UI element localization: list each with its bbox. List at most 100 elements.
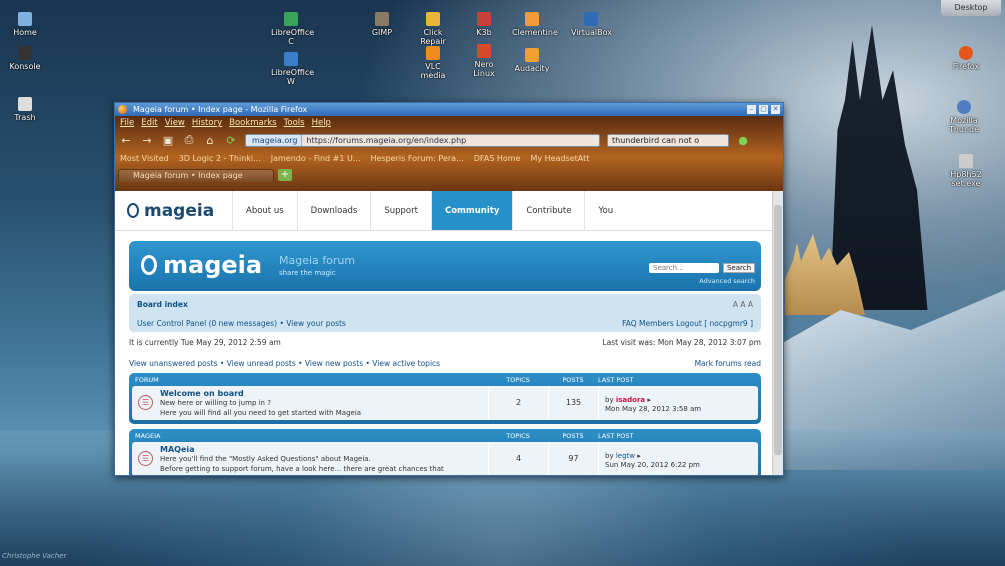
bookmarks-toolbar: Most Visited 3D Logic 2 - Thinki... Jame… bbox=[115, 150, 783, 167]
forum-search-input[interactable]: Search... bbox=[649, 263, 719, 273]
url-bar[interactable]: mageia.org https://forums.mageia.org/en/… bbox=[245, 133, 600, 147]
desktop-icon-libreoffice-writer[interactable]: LibreOffice W bbox=[271, 52, 314, 86]
firefox-icon bbox=[959, 46, 973, 60]
forum-description: Here you will find all you need to get s… bbox=[160, 409, 362, 417]
forum-title: Mageia forum bbox=[279, 254, 356, 267]
bookmark-jamendo[interactable]: Jamendo - Find #1 U... bbox=[271, 150, 361, 167]
desktop-icon-firefox[interactable]: Firefox bbox=[946, 46, 986, 71]
desktop-icon-click-repair[interactable]: Click Repair bbox=[413, 12, 453, 46]
nav-about-us[interactable]: About us bbox=[232, 191, 297, 230]
forum-title-link[interactable]: MAQeia bbox=[160, 445, 488, 454]
posts-count: 97 bbox=[548, 442, 598, 475]
thunderbird-icon bbox=[957, 100, 971, 114]
forum-search-button[interactable]: Search bbox=[723, 263, 755, 273]
last-post-user[interactable]: isadora bbox=[616, 396, 645, 404]
bookmark-hesperis[interactable]: Hesperis Forum: Pera... bbox=[371, 150, 464, 167]
forum-read-icon: ☰ bbox=[138, 451, 153, 466]
menu-tools[interactable]: Tools bbox=[284, 116, 305, 130]
menu-history[interactable]: History bbox=[192, 116, 222, 130]
last-post: by legtw ▸ Sun May 20, 2012 6:22 pm bbox=[598, 442, 758, 475]
desktop-icon-home[interactable]: Home bbox=[5, 12, 45, 37]
desktop-icon-konsole[interactable]: Konsole bbox=[5, 46, 45, 71]
reload-icon[interactable]: ⟳ bbox=[224, 134, 238, 147]
mageia-logo[interactable]: mageia bbox=[127, 191, 232, 230]
browser-search-input[interactable]: thunderbird can not o bbox=[607, 133, 729, 147]
print-icon[interactable]: ⎙ bbox=[182, 133, 196, 147]
desktop-tab[interactable]: Desktop bbox=[941, 0, 1001, 16]
forward-icon[interactable]: → bbox=[140, 134, 154, 147]
font-size-control[interactable]: A A A bbox=[733, 300, 753, 309]
view-posts-links[interactable]: View unanswered posts • View unread post… bbox=[129, 359, 440, 368]
forum-category: MAGEIA TOPICS POSTS LAST POST ☰ MAQeia H… bbox=[129, 429, 761, 475]
url-text[interactable]: https://forums.mageia.org/en/index.php bbox=[302, 135, 466, 146]
desktop-icon-clementine[interactable]: Clementine bbox=[512, 12, 558, 37]
bookmark-3d-logic[interactable]: 3D Logic 2 - Thinki... bbox=[179, 150, 261, 167]
url-site-identity[interactable]: mageia.org bbox=[248, 134, 303, 146]
bookmark-most-visited[interactable]: Most Visited bbox=[120, 150, 169, 167]
tab-mageia-forum[interactable]: Mageia forum • Index page bbox=[118, 169, 274, 182]
trash-icon bbox=[18, 97, 32, 111]
maximize-icon[interactable]: ▢ bbox=[759, 105, 768, 114]
k3b-icon bbox=[477, 12, 491, 26]
user-links[interactable]: FAQ Members Logout [ nocpgmr9 ] bbox=[622, 319, 753, 328]
desktop-icon-libreoffice-calc[interactable]: LibreOffice C bbox=[271, 12, 314, 46]
addon-icon[interactable]: ● bbox=[736, 134, 750, 147]
window-title: Mageia forum • Index page - Mozilla Fire… bbox=[133, 105, 308, 114]
view-latest-post-icon[interactable]: ▸ bbox=[637, 452, 641, 460]
last-post-user[interactable]: legtw bbox=[616, 452, 635, 460]
desktop-icon-thunderbird[interactable]: Mozilla Thunde bbox=[944, 100, 984, 134]
back-icon[interactable]: ← bbox=[119, 134, 133, 147]
user-control-panel-links[interactable]: User Control Panel (0 new messages) • Vi… bbox=[137, 319, 346, 328]
menu-file[interactable]: File bbox=[120, 116, 134, 130]
mageia-drop-icon bbox=[127, 203, 139, 218]
window-titlebar[interactable]: Mageia forum • Index page - Mozilla Fire… bbox=[115, 103, 783, 116]
virtualbox-icon bbox=[584, 12, 598, 26]
terminal-icon bbox=[18, 46, 32, 60]
desktop-icon-trash[interactable]: Trash bbox=[5, 97, 45, 122]
menu-help[interactable]: Help bbox=[312, 116, 331, 130]
desktop-icon-gimp[interactable]: GIMP bbox=[362, 12, 402, 37]
advanced-search-link[interactable]: Advanced search bbox=[699, 277, 755, 285]
forum-title-link[interactable]: Welcome on board bbox=[160, 389, 488, 398]
close-icon[interactable]: ✕ bbox=[771, 105, 780, 114]
bookmark-page-icon[interactable]: ▣ bbox=[161, 134, 175, 147]
nav-support[interactable]: Support bbox=[370, 191, 431, 230]
forum-read-icon: ☰ bbox=[138, 395, 153, 410]
desktop-icon-audacity[interactable]: Audacity bbox=[512, 48, 552, 73]
category-header: MAGEIA TOPICS POSTS LAST POST bbox=[135, 432, 634, 440]
minimize-icon[interactable]: – bbox=[747, 105, 756, 114]
menu-bookmarks[interactable]: Bookmarks bbox=[229, 116, 277, 130]
menu-bar: File Edit View History Bookmarks Tools H… bbox=[115, 116, 783, 130]
board-index-link[interactable]: Board index bbox=[137, 300, 188, 309]
desktop-icon-k3b[interactable]: K3b bbox=[464, 12, 504, 37]
wallpaper-credit: Christophe Vacher bbox=[2, 552, 67, 560]
libreoffice-calc-icon bbox=[284, 12, 298, 26]
nav-contribute[interactable]: Contribute bbox=[512, 191, 584, 230]
desktop-icon-virtualbox[interactable]: VirtualBox bbox=[571, 12, 612, 37]
scrollbar-thumb[interactable] bbox=[774, 205, 782, 455]
vertical-scrollbar[interactable] bbox=[772, 191, 783, 475]
menu-edit[interactable]: Edit bbox=[141, 116, 157, 130]
last-visit: Last visit was: Mon May 28, 2012 3:07 pm bbox=[602, 338, 761, 347]
nav-you[interactable]: You bbox=[584, 191, 626, 230]
home-icon[interactable]: ⌂ bbox=[203, 134, 217, 147]
site-nav: About us Downloads Support Community Con… bbox=[232, 191, 626, 230]
new-tab-button[interactable]: + bbox=[278, 169, 292, 181]
page-viewport: mageia About us Downloads Support Commun… bbox=[115, 191, 773, 475]
nav-downloads[interactable]: Downloads bbox=[296, 191, 371, 230]
menu-view[interactable]: View bbox=[165, 116, 185, 130]
mageia-drop-icon bbox=[141, 255, 157, 275]
nero-icon bbox=[477, 44, 491, 58]
exe-file-icon bbox=[959, 154, 973, 168]
bookmark-headset[interactable]: My HeadsetAtt bbox=[530, 150, 589, 167]
desktop-icon-exe-file[interactable]: Hp8h52 set.exe bbox=[946, 154, 986, 188]
topics-count: 4 bbox=[488, 442, 548, 475]
bookmark-dfas-home[interactable]: DFAS Home bbox=[474, 150, 521, 167]
mark-forums-read-link[interactable]: Mark forums read bbox=[695, 359, 761, 368]
forum-logo[interactable]: mageia bbox=[141, 251, 262, 279]
forum-row: ☰ MAQeia Here you'll find the "Mostly As… bbox=[132, 442, 758, 475]
nav-community[interactable]: Community bbox=[430, 191, 513, 230]
desktop-icon-nero[interactable]: Nero Linux bbox=[464, 44, 504, 78]
desktop-icon-vlc[interactable]: VLC media bbox=[413, 46, 453, 80]
view-latest-post-icon[interactable]: ▸ bbox=[647, 396, 651, 404]
